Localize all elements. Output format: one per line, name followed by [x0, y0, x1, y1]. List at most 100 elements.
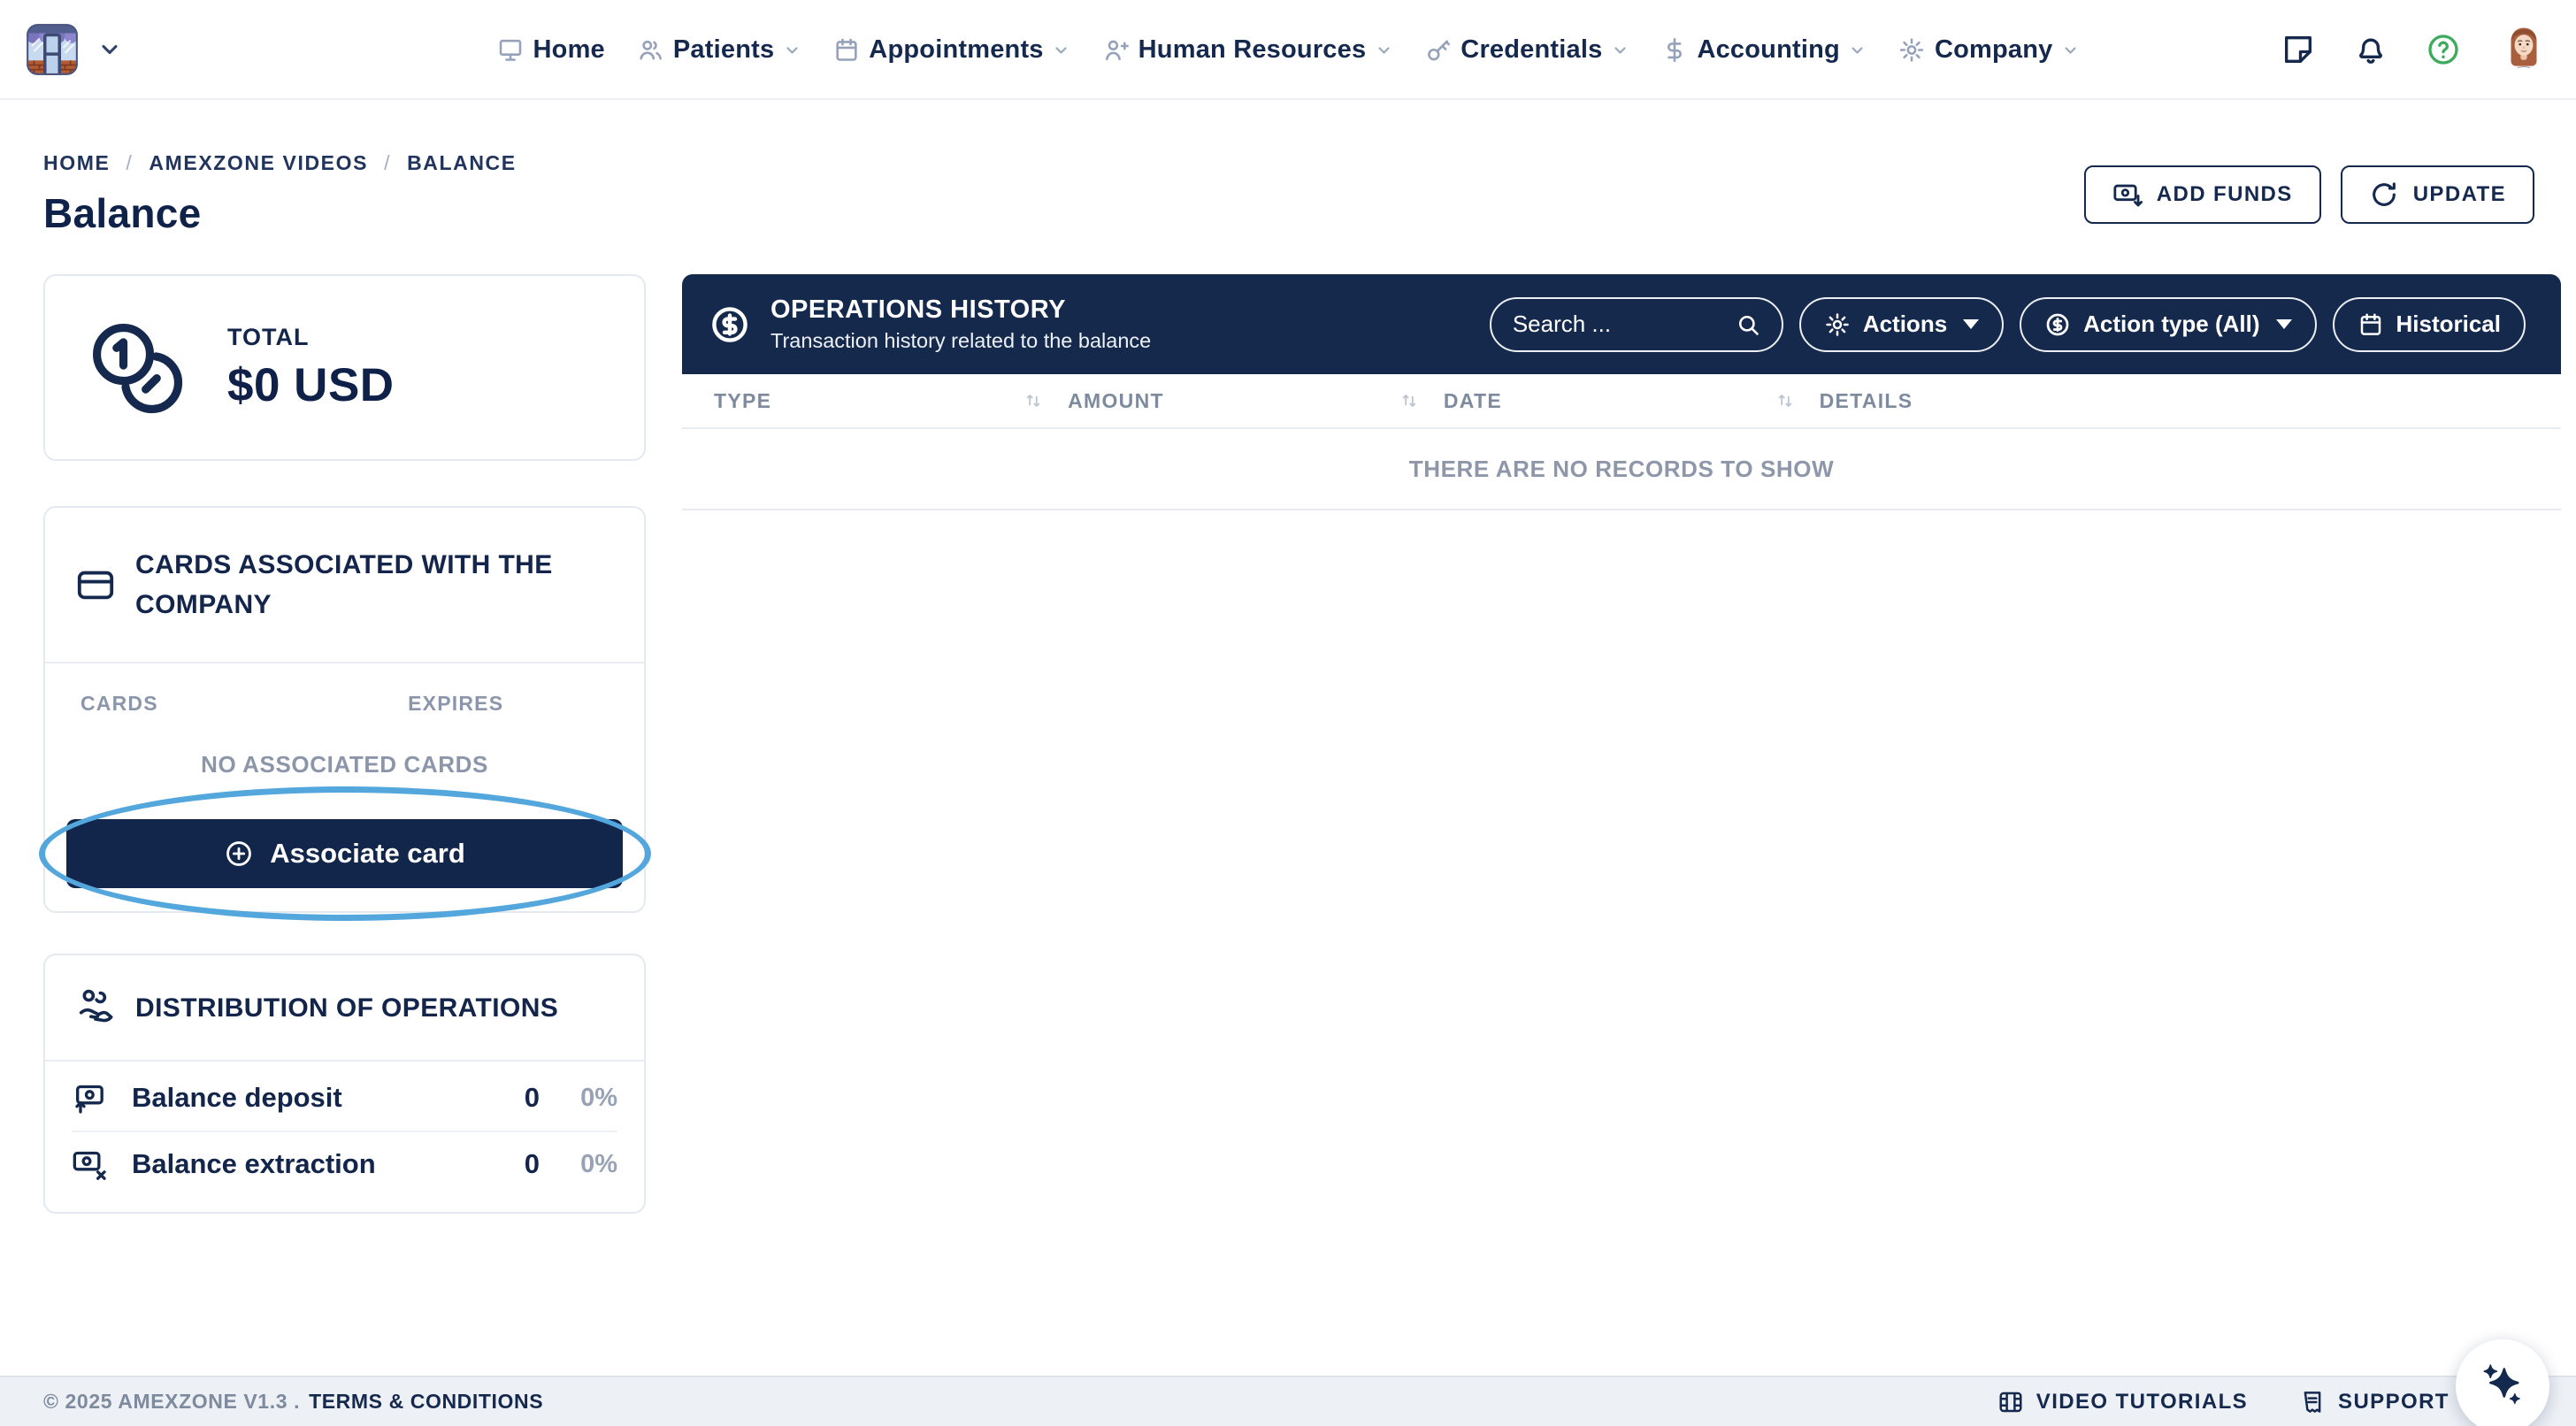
search-box: [1490, 297, 1783, 352]
action-type-label: Action type (All): [2083, 310, 2259, 338]
associate-card-button[interactable]: Associate card: [66, 819, 623, 888]
chevron-down-icon: [1849, 42, 1867, 59]
actions-label: Actions: [1863, 310, 1947, 338]
gear-icon: [1898, 36, 1926, 64]
page-header-row: HOME / AMEXZONE VIDEOS / BALANCE Balance…: [43, 151, 2534, 237]
nav-label: Company: [1935, 35, 2053, 65]
operations-heading: OPERATIONS HISTORY Transaction history r…: [770, 295, 1151, 353]
chevron-down-icon: [1375, 42, 1392, 59]
gear-icon: [1824, 311, 1851, 338]
dollar-circle-icon: [709, 303, 751, 346]
historical-label: Historical: [2396, 310, 2502, 338]
distribution-row-deposit: Balance deposit 0 0%: [72, 1065, 617, 1131]
breadcrumb-home[interactable]: HOME: [43, 151, 110, 175]
operations-history-header: OPERATIONS HISTORY Transaction history r…: [682, 274, 2561, 374]
column-header-amount: AMOUNT: [1068, 389, 1444, 413]
breadcrumb-separator: /: [384, 151, 391, 175]
nav-item-credentials[interactable]: Credentials: [1424, 35, 1629, 65]
topbar-actions: [2281, 24, 2549, 75]
operations-table-header: TYPE AMOUNT DATE DETAILS: [682, 374, 2561, 429]
nav-label: Appointments: [869, 35, 1043, 65]
distribution-row-percent: 0%: [540, 1150, 617, 1179]
distribution-row-percent: 0%: [540, 1084, 617, 1113]
caret-down-icon: [2276, 319, 2292, 329]
expires-column-header: EXPIRES: [408, 692, 609, 716]
distribution-title: DISTRIBUTION OF OPERATIONS: [135, 988, 558, 1028]
refresh-icon: [2369, 180, 2399, 210]
chevron-down-icon[interactable]: [97, 37, 122, 62]
hand-coins-icon: [75, 987, 116, 1028]
search-icon[interactable]: [1736, 312, 1760, 337]
add-funds-button[interactable]: ADD FUNDS: [2084, 165, 2321, 224]
app-window: Home Patients Appointments Human Resourc…: [0, 0, 2576, 1426]
associated-cards-title: CARDS ASSOCIATED WITH THE COMPANY: [135, 545, 578, 625]
chevron-down-icon: [1053, 42, 1070, 59]
store-logo-icon: [23, 20, 81, 79]
distribution-row-count: 0: [525, 1082, 540, 1114]
sort-arrows-icon[interactable]: [1774, 389, 1797, 412]
patients-icon: [637, 36, 664, 64]
operations-title: OPERATIONS HISTORY: [770, 295, 1151, 325]
nav-item-patients[interactable]: Patients: [637, 35, 801, 65]
associated-cards-card: CARDS ASSOCIATED WITH THE COMPANY CARDS …: [43, 506, 646, 913]
no-cards-message: NO ASSOCIATED CARDS: [45, 751, 644, 778]
column-header-date: DATE: [1444, 389, 1820, 413]
breadcrumb-amexzone-videos[interactable]: AMEXZONE VIDEOS: [149, 151, 368, 175]
calendar-icon: [832, 36, 860, 64]
distribution-row-label: Balance extraction: [132, 1148, 376, 1180]
film-icon: [1997, 1389, 2024, 1415]
credit-card-icon: [75, 564, 116, 605]
notifications-bell-icon[interactable]: [2353, 32, 2388, 67]
key-icon: [1424, 36, 1452, 64]
plus-circle-icon: [224, 839, 254, 869]
terms-link[interactable]: TERMS & CONDITIONS: [309, 1390, 543, 1414]
nav-label: Accounting: [1697, 35, 1840, 65]
sort-arrows-icon[interactable]: [1398, 389, 1421, 412]
associated-cards-header: CARDS ASSOCIATED WITH THE COMPANY: [45, 508, 644, 662]
column-header-details: DETAILS: [1820, 389, 2529, 413]
actions-dropdown-button[interactable]: Actions: [1799, 297, 2004, 352]
action-type-dropdown-button[interactable]: Action type (All): [2020, 297, 2316, 352]
notes-icon[interactable]: [2281, 32, 2316, 67]
sparkles-icon: [2475, 1359, 2530, 1414]
sort-arrows-icon[interactable]: [1022, 389, 1045, 412]
monitor-icon: [497, 36, 525, 64]
banknote-x-icon: [72, 1146, 107, 1182]
nav-item-company[interactable]: Company: [1898, 35, 2080, 65]
help-icon[interactable]: [2426, 32, 2461, 67]
distribution-row-extraction: Balance extraction 0 0%: [72, 1131, 617, 1196]
nav-item-appointments[interactable]: Appointments: [832, 35, 1070, 65]
nav-item-human-resources[interactable]: Human Resources: [1102, 35, 1393, 65]
assistant-fab-button[interactable]: [2456, 1339, 2549, 1426]
search-input[interactable]: [1513, 310, 1725, 338]
chevron-down-icon: [783, 42, 801, 59]
main-nav: Home Patients Appointments Human Resourc…: [497, 0, 2080, 100]
workspace-switcher[interactable]: [23, 20, 122, 79]
main-content: TOTAL $0 USD CARDS ASSOCIATED WITH THE C…: [43, 274, 2561, 1376]
breadcrumb: HOME / AMEXZONE VIDEOS / BALANCE: [43, 151, 517, 175]
update-label: UPDATE: [2413, 182, 2506, 207]
total-label: TOTAL: [227, 324, 395, 351]
banknote-arrow-down-icon: [2112, 180, 2143, 210]
person-plus-icon: [1102, 36, 1130, 64]
footer: © 2025 AMEXZONE V1.3 . TERMS & CONDITION…: [0, 1376, 2576, 1426]
distribution-row-label: Balance deposit: [132, 1082, 342, 1114]
dollar-circle-icon: [2044, 311, 2071, 338]
nav-item-accounting[interactable]: Accounting: [1660, 35, 1867, 65]
update-button[interactable]: UPDATE: [2341, 165, 2534, 224]
nav-item-home[interactable]: Home: [497, 35, 605, 65]
user-avatar[interactable]: [2498, 24, 2549, 75]
distribution-rows: Balance deposit 0 0% Balance extraction …: [45, 1062, 644, 1212]
operations-history-panel: OPERATIONS HISTORY Transaction history r…: [682, 274, 2561, 510]
cards-table-header: CARDS EXPIRES: [45, 663, 644, 716]
breadcrumb-separator: /: [126, 151, 133, 175]
balance-summary-column: TOTAL $0 USD CARDS ASSOCIATED WITH THE C…: [43, 274, 646, 1214]
column-header-type: TYPE: [714, 389, 1068, 413]
ticket-icon: [2299, 1389, 2326, 1415]
caret-down-icon: [1963, 319, 1979, 329]
nav-label: Credentials: [1460, 35, 1602, 65]
associate-card-area: Associate card: [66, 819, 623, 888]
distribution-header: DISTRIBUTION OF OPERATIONS: [45, 955, 644, 1060]
historical-button[interactable]: Historical: [2333, 297, 2526, 352]
video-tutorials-link[interactable]: VIDEO TUTORIALS: [1997, 1389, 2248, 1415]
